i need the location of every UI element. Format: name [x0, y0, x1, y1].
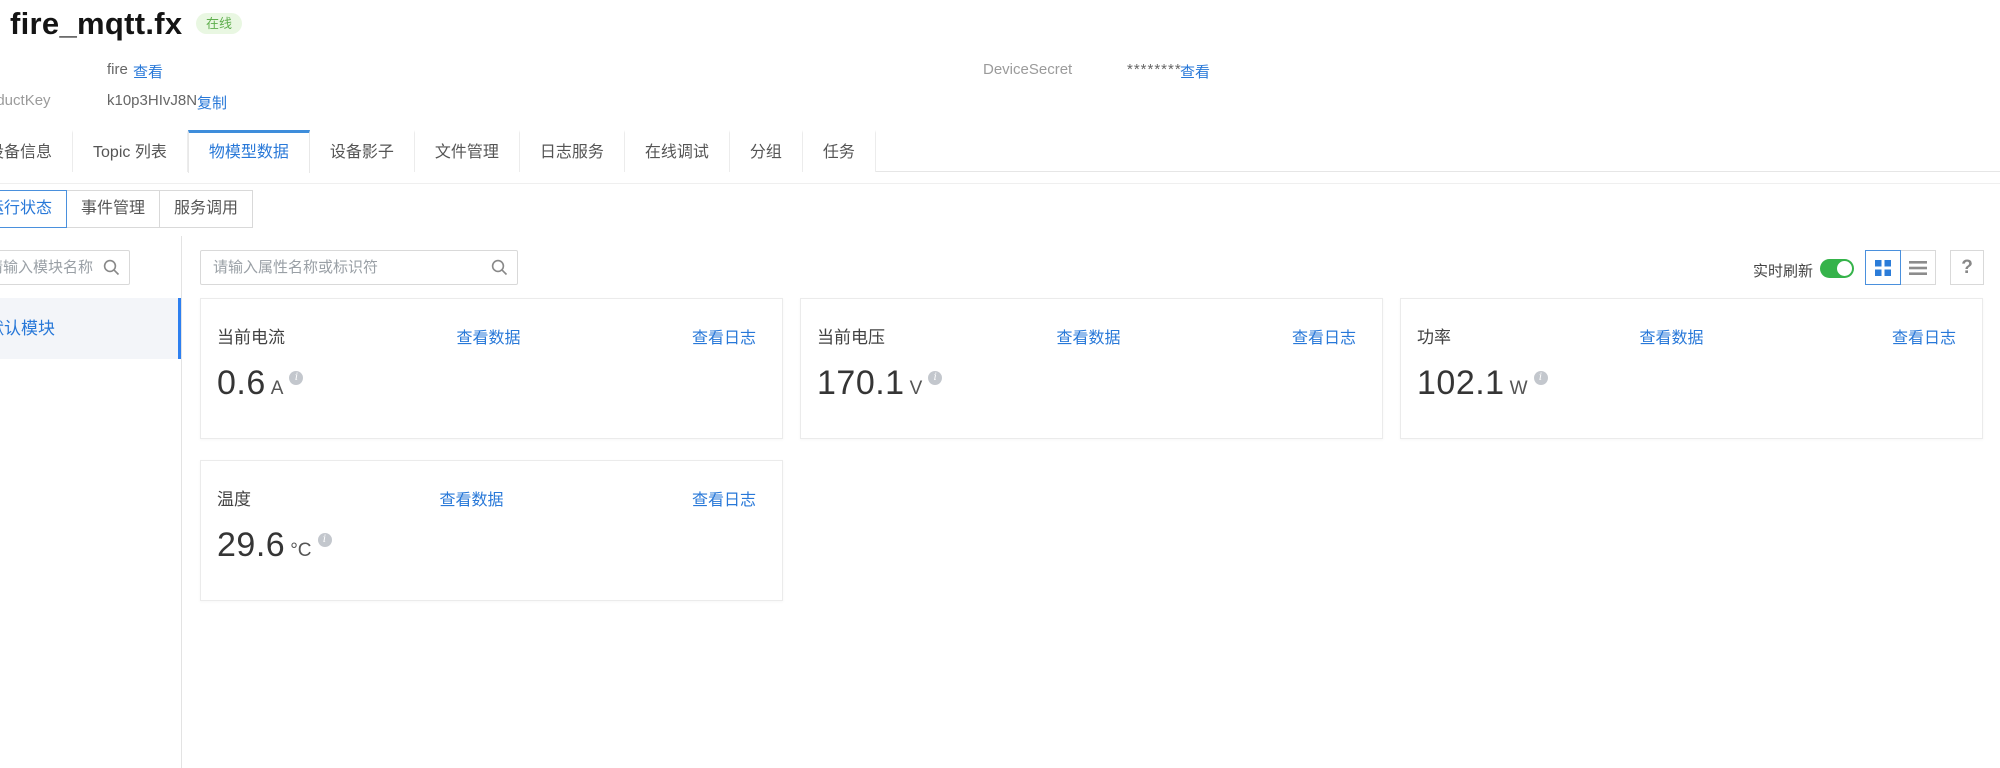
property-value: 102.1 [1417, 364, 1505, 403]
tab-3[interactable]: 设备影子 [310, 130, 415, 172]
property-unit: °C [290, 540, 311, 562]
info-icon[interactable]: i [318, 533, 332, 547]
realtime-refresh-label: 实时刷新 [1753, 260, 1813, 281]
tab-4[interactable]: 文件管理 [415, 130, 520, 172]
product-key-label: ProductKey [0, 92, 51, 109]
property-value: 170.1 [817, 364, 905, 403]
view-data-link[interactable]: 查看数据 [456, 324, 520, 348]
view-data-link[interactable]: 查看数据 [1056, 324, 1120, 348]
property-unit: W [1510, 378, 1528, 400]
product-name-text: fire [107, 61, 128, 78]
property-search [200, 250, 518, 285]
device-secret-label: DeviceSecret [983, 61, 1072, 78]
view-log-link[interactable]: 查看日志 [1892, 324, 1956, 348]
property-value: 0.6 [217, 364, 266, 403]
property-card: 功率 查看数据 查看日志 102.1 W i [1400, 298, 1983, 439]
tab-7[interactable]: 分组 [730, 130, 803, 172]
property-search-input[interactable] [201, 251, 517, 284]
search-icon [103, 259, 120, 276]
property-card: 温度 查看数据 查看日志 29.6 °C i [200, 460, 783, 601]
list-icon [1909, 261, 1927, 275]
property-unit: A [271, 378, 284, 400]
property-value: 29.6 [217, 526, 285, 565]
search-icon [491, 259, 508, 276]
property-card-grid: 当前电流 查看数据 查看日志 0.6 A i 当前电压 查看数据 查看日志 17… [200, 298, 1983, 601]
tab-1[interactable]: Topic 列表 [73, 130, 188, 172]
grid-icon [1875, 260, 1891, 276]
product-key-copy-link[interactable]: 复制 [197, 92, 227, 113]
realtime-refresh-toggle[interactable] [1820, 259, 1854, 278]
subtab-bar: 运行状态事件管理服务调用 [0, 190, 253, 228]
info-icon[interactable]: i [289, 371, 303, 385]
grid-view-button[interactable] [1865, 250, 1901, 285]
selected-indicator [178, 298, 181, 359]
view-data-link[interactable]: 查看数据 [439, 486, 503, 510]
tab-6[interactable]: 在线调试 [625, 130, 730, 172]
toggle-knob [1837, 261, 1852, 276]
info-icon[interactable]: i [928, 371, 942, 385]
property-title: 当前电压 [817, 323, 885, 348]
property-title: 温度 [217, 485, 251, 510]
module-search [0, 250, 130, 285]
header-divider [0, 183, 2000, 184]
product-name-value: fire [107, 61, 128, 78]
property-card: 当前电流 查看数据 查看日志 0.6 A i [200, 298, 783, 439]
help-button[interactable]: ? [1950, 250, 1984, 285]
sidebar-item-default-module[interactable]: 默认模块 [0, 298, 181, 359]
tab-2[interactable]: 物模型数据 [188, 130, 310, 173]
view-log-link[interactable]: 查看日志 [1292, 324, 1356, 348]
module-item-label: 默认模块 [0, 298, 55, 359]
subtab-0[interactable]: 运行状态 [0, 190, 67, 228]
info-icon[interactable]: i [1534, 371, 1548, 385]
view-log-link[interactable]: 查看日志 [692, 486, 756, 510]
tab-0[interactable]: 设备信息 [0, 130, 73, 172]
property-card: 当前电压 查看数据 查看日志 170.1 V i [800, 298, 1383, 439]
product-name-view-link[interactable]: 查看 [133, 61, 163, 82]
page-title: fire_mqtt.fx [10, 6, 182, 42]
tab-8[interactable]: 任务 [803, 130, 876, 172]
product-key-value: k10p3HIvJ8N [107, 92, 197, 109]
sidebar-divider [181, 236, 182, 768]
property-title: 功率 [1417, 323, 1451, 348]
subtab-1[interactable]: 事件管理 [66, 190, 160, 228]
view-data-link[interactable]: 查看数据 [1639, 324, 1703, 348]
tab-bar: 设备信息Topic 列表物模型数据设备影子文件管理日志服务在线调试分组任务 [0, 130, 2000, 172]
view-log-link[interactable]: 查看日志 [692, 324, 756, 348]
status-badge: 在线 [196, 13, 242, 34]
subtab-2[interactable]: 服务调用 [159, 190, 253, 228]
device-secret-view-link[interactable]: 查看 [1180, 61, 1210, 82]
view-mode-group [1866, 250, 1936, 285]
property-unit: V [910, 378, 923, 400]
tab-5[interactable]: 日志服务 [520, 130, 625, 172]
list-view-button[interactable] [1900, 250, 1936, 285]
property-title: 当前电流 [217, 323, 285, 348]
device-secret-value: ******** [1127, 61, 1182, 78]
